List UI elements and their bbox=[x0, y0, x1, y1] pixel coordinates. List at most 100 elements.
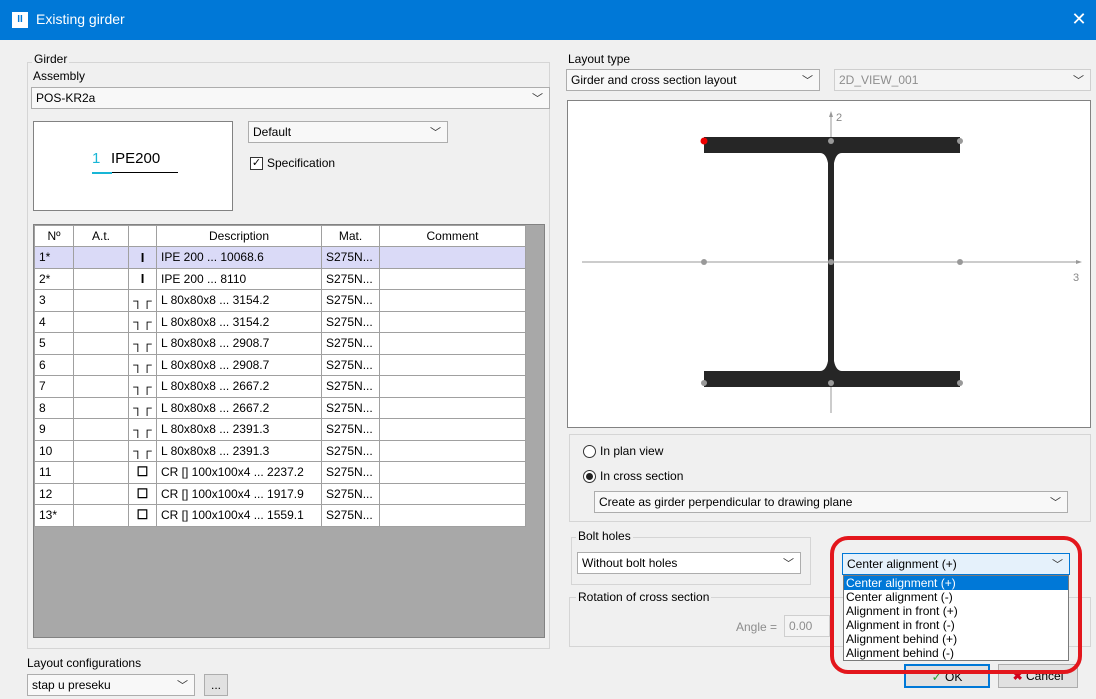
ok-button[interactable]: ✓ OK bbox=[904, 664, 990, 688]
table-row[interactable]: 8 ┐┌ L 80x80x8 ... 2667.2 S275N... bbox=[34, 396, 526, 419]
row-description: IPE 200 ... 8110 bbox=[156, 267, 322, 290]
snap-point[interactable] bbox=[828, 380, 834, 386]
column-header-description[interactable]: Description bbox=[156, 225, 322, 247]
layout-configurations-label: Layout configurations bbox=[27, 656, 142, 670]
row-material: S275N... bbox=[321, 375, 380, 398]
table-row[interactable]: 4 ┐┌ L 80x80x8 ... 3154.2 S275N... bbox=[34, 310, 526, 333]
specification-checkbox[interactable]: ✓ bbox=[250, 157, 263, 170]
cancel-button[interactable]: ✖ Cancel bbox=[998, 664, 1078, 688]
alignment-option[interactable]: Center alignment (+) bbox=[844, 576, 1068, 590]
chevron-down-icon: ﹀ bbox=[1073, 75, 1084, 87]
table-row[interactable]: 13* ☐ CR [] 100x100x4 ... 1559.1 S275N... bbox=[34, 504, 526, 527]
profile-type-icon: ┐┌ bbox=[128, 289, 157, 312]
row-description: CR [] 100x100x4 ... 1917.9 bbox=[156, 482, 322, 505]
column-header-at[interactable]: A.t. bbox=[73, 225, 129, 247]
profile-type-icon: I bbox=[128, 267, 157, 290]
table-row[interactable]: 6 ┐┌ L 80x80x8 ... 2908.7 S275N... bbox=[34, 353, 526, 376]
row-at bbox=[73, 375, 129, 398]
row-material: S275N... bbox=[321, 482, 380, 505]
row-comment bbox=[379, 267, 526, 290]
preview-number: 1 bbox=[92, 150, 101, 167]
row-number: 3 bbox=[34, 289, 74, 312]
chevron-down-icon: ﹀ bbox=[802, 75, 813, 87]
table-row[interactable]: 12 ☐ CR [] 100x100x4 ... 1917.9 S275N... bbox=[34, 482, 526, 505]
row-at bbox=[73, 396, 129, 419]
snap-point[interactable] bbox=[701, 259, 707, 265]
alignment-option[interactable]: Alignment behind (+) bbox=[844, 632, 1068, 646]
layout-configurations-value: stap u preseku bbox=[32, 678, 111, 692]
girder-group-label: Girder bbox=[32, 52, 70, 66]
row-number: 1* bbox=[34, 246, 74, 269]
alignment-option[interactable]: Alignment behind (-) bbox=[844, 646, 1068, 660]
profile-type-icon: I bbox=[128, 246, 157, 269]
profile-preview: 1 IPE200 bbox=[33, 121, 233, 211]
column-header-comment[interactable]: Comment bbox=[379, 225, 526, 247]
row-comment bbox=[379, 504, 526, 527]
row-material: S275N... bbox=[321, 418, 380, 441]
layout-configurations-select[interactable]: stap u preseku ﹀ bbox=[27, 674, 195, 696]
snap-point[interactable] bbox=[828, 259, 834, 265]
alignment-option[interactable]: Alignment in front (+) bbox=[844, 604, 1068, 618]
close-icon[interactable]: ✕ bbox=[1068, 8, 1090, 30]
layout-configurations-more-button[interactable]: ... bbox=[204, 674, 228, 696]
row-material: S275N... bbox=[321, 246, 380, 269]
table-row[interactable]: 5 ┐┌ L 80x80x8 ... 2908.7 S275N... bbox=[34, 332, 526, 355]
snap-point[interactable] bbox=[957, 138, 963, 144]
bolt-holes-label: Bolt holes bbox=[576, 529, 633, 543]
snap-point[interactable] bbox=[701, 380, 707, 386]
rotation-label: Rotation of cross section bbox=[576, 590, 712, 604]
angle-label: Angle = bbox=[736, 620, 778, 634]
snap-point[interactable] bbox=[957, 380, 963, 386]
table-row[interactable]: 9 ┐┌ L 80x80x8 ... 2391.3 S275N... bbox=[34, 418, 526, 441]
row-number: 10 bbox=[34, 439, 74, 462]
row-comment bbox=[379, 375, 526, 398]
row-comment bbox=[379, 418, 526, 441]
row-comment bbox=[379, 353, 526, 376]
cross-section-radio[interactable] bbox=[583, 470, 596, 483]
row-at bbox=[73, 418, 129, 441]
column-header-icon[interactable] bbox=[128, 225, 157, 247]
view-select-value: 2D_VIEW_001 bbox=[839, 73, 919, 87]
row-description: L 80x80x8 ... 2667.2 bbox=[156, 396, 322, 419]
column-header-material[interactable]: Mat. bbox=[321, 225, 380, 247]
layout-type-label: Layout type bbox=[568, 52, 631, 66]
preview-profile: IPE200 bbox=[111, 150, 161, 167]
grid-scrollbar[interactable] bbox=[527, 225, 544, 637]
table-row[interactable]: 11 ☐ CR [] 100x100x4 ... 2237.2 S275N... bbox=[34, 461, 526, 484]
alignment-select[interactable]: Center alignment (+) ﹀ bbox=[842, 553, 1070, 575]
assembly-select[interactable]: POS-KR2a ﹀ bbox=[31, 87, 550, 109]
table-row[interactable]: 10 ┐┌ L 80x80x8 ... 2391.3 S275N... bbox=[34, 439, 526, 462]
bolt-holes-select[interactable]: Without bolt holes ﹀ bbox=[577, 552, 801, 574]
axis-arrow-icon bbox=[1076, 260, 1082, 264]
row-description: L 80x80x8 ... 2908.7 bbox=[156, 353, 322, 376]
row-at bbox=[73, 289, 129, 312]
row-number: 13* bbox=[34, 504, 74, 527]
snap-point[interactable] bbox=[957, 259, 963, 265]
bolt-holes-value: Without bolt holes bbox=[582, 556, 678, 570]
table-row[interactable]: 1* I IPE 200 ... 10068.6 S275N... bbox=[34, 246, 526, 269]
style-select[interactable]: Default ﹀ bbox=[248, 121, 448, 143]
ok-label: OK bbox=[945, 670, 963, 684]
table-row[interactable]: 2* I IPE 200 ... 8110 S275N... bbox=[34, 267, 526, 290]
table-row[interactable]: 3 ┐┌ L 80x80x8 ... 3154.2 S275N... bbox=[34, 289, 526, 312]
row-number: 12 bbox=[34, 482, 74, 505]
row-number: 5 bbox=[34, 332, 74, 355]
alignment-option[interactable]: Center alignment (-) bbox=[844, 590, 1068, 604]
row-comment bbox=[379, 310, 526, 333]
snap-point[interactable] bbox=[828, 138, 834, 144]
layout-type-select[interactable]: Girder and cross section layout ﹀ bbox=[566, 69, 820, 91]
row-comment bbox=[379, 396, 526, 419]
profile-type-icon: ┐┌ bbox=[128, 396, 157, 419]
plan-view-radio[interactable] bbox=[583, 445, 596, 458]
alignment-option[interactable]: Alignment in front (-) bbox=[844, 618, 1068, 632]
row-description: L 80x80x8 ... 2391.3 bbox=[156, 439, 322, 462]
table-row[interactable]: 7 ┐┌ L 80x80x8 ... 2667.2 S275N... bbox=[34, 375, 526, 398]
create-mode-select[interactable]: Create as girder perpendicular to drawin… bbox=[594, 491, 1068, 513]
alignment-dropdown-list[interactable]: Center alignment (+) Center alignment (-)… bbox=[843, 575, 1069, 661]
row-at bbox=[73, 332, 129, 355]
column-header-no[interactable]: Nº bbox=[34, 225, 74, 247]
angle-input-value: 0.00 bbox=[789, 619, 813, 633]
row-number: 8 bbox=[34, 396, 74, 419]
reference-point[interactable] bbox=[700, 137, 708, 145]
profile-type-icon: ☐ bbox=[128, 482, 157, 505]
